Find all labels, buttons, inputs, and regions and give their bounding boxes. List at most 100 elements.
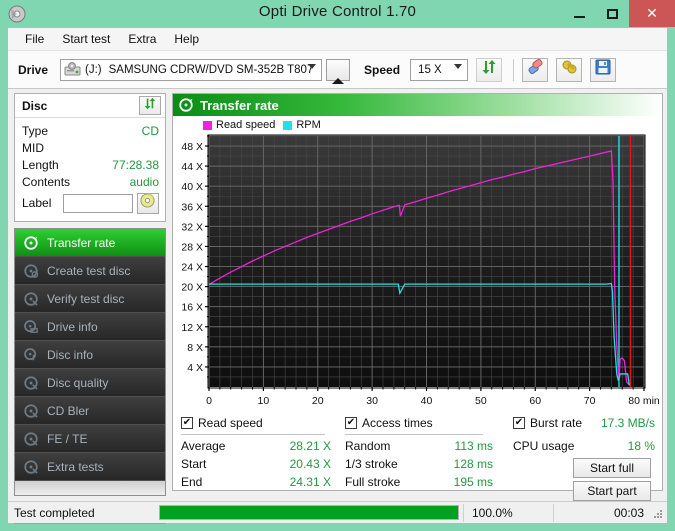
speed-select[interactable]: 15 X xyxy=(410,59,468,81)
menu-start-test[interactable]: Start test xyxy=(53,29,119,49)
disc-row-key: Type xyxy=(22,124,48,138)
results-panel: ✔ Read speed Average 28.21 X Start 20.43… xyxy=(173,414,662,488)
maximize-button[interactable] xyxy=(596,0,629,27)
start-part-button[interactable]: Start part xyxy=(573,481,651,501)
disc-label-apply-button[interactable] xyxy=(137,193,159,214)
svg-text:10: 10 xyxy=(258,395,270,407)
save-button[interactable] xyxy=(590,58,616,82)
menu-file[interactable]: File xyxy=(16,29,53,49)
burst-rate-checkbox[interactable]: ✔ xyxy=(513,417,525,429)
save-floppy-icon xyxy=(595,59,611,80)
sidebar-item-disc-quality[interactable]: Disc quality xyxy=(15,369,165,397)
legend-swatch-read-speed xyxy=(203,121,212,130)
sidebar-item-cd-bler[interactable]: CD Bler xyxy=(15,397,165,425)
svg-text:60: 60 xyxy=(529,395,541,407)
minimize-button[interactable] xyxy=(563,0,596,27)
result-key: Start xyxy=(181,457,206,471)
erase-button[interactable] xyxy=(522,58,548,82)
svg-text:50: 50 xyxy=(475,395,487,407)
window-controls: ✕ xyxy=(563,0,675,27)
burst-rate-label: Burst rate xyxy=(530,416,582,430)
disc-panel-header: Disc xyxy=(15,94,165,118)
disc-label-row: Label xyxy=(22,191,159,215)
svg-text:48 X: 48 X xyxy=(181,141,203,153)
disc-burn-icon xyxy=(19,264,43,278)
eject-button[interactable] xyxy=(326,59,350,81)
sidebar-item-verify-test-disc[interactable]: Verify test disc xyxy=(15,285,165,313)
tool-bar: Drive (J:) SAMSUNG CDRW/DVD SM-352B T807 xyxy=(8,51,667,89)
resize-grip[interactable] xyxy=(652,507,664,519)
chart-legend: Read speed RPM xyxy=(173,118,662,132)
start-full-button[interactable]: Start full xyxy=(573,458,651,478)
refresh-button[interactable] xyxy=(476,58,502,82)
sidebar-item-label: FE / TE xyxy=(47,432,87,446)
disc-label-input[interactable] xyxy=(63,194,133,213)
disc-row-value: CD xyxy=(142,124,159,138)
sidebar-item-disc-info[interactable]: Disc info xyxy=(15,341,165,369)
app-window: Opti Drive Control 1.70 ✕ File Start tes… xyxy=(0,0,675,531)
result-key: CPU usage xyxy=(513,439,574,453)
result-value: 28.21 X xyxy=(290,439,331,453)
disc-row-contents: Contents audio xyxy=(22,173,159,190)
svg-text:0: 0 xyxy=(206,395,212,407)
status-bar: Test completed 100.0% 00:03 xyxy=(8,501,667,523)
sidebar-item-create-test-disc[interactable]: Create test disc xyxy=(15,257,165,285)
drive-select[interactable]: (J:) SAMSUNG CDRW/DVD SM-352B T807 xyxy=(60,59,322,81)
svg-text:12 X: 12 X xyxy=(181,322,203,334)
result-value: 195 ms xyxy=(454,475,493,489)
eject-icon xyxy=(332,61,344,79)
disc-quality-icon xyxy=(19,376,43,390)
sidebar-item-label: CD Bler xyxy=(47,404,89,418)
disc-panel: Disc Type CD xyxy=(14,93,166,222)
disc-fete-icon xyxy=(19,432,43,446)
close-button[interactable]: ✕ xyxy=(629,0,675,27)
access-times-checkbox[interactable]: ✔ xyxy=(345,417,357,429)
svg-text:80 min: 80 min xyxy=(628,395,660,407)
result-value: 20.43 X xyxy=(290,457,331,471)
sidebar-item-transfer-rate[interactable]: Transfer rate xyxy=(15,229,165,257)
read-speed-checkbox[interactable]: ✔ xyxy=(181,417,193,429)
svg-text:70: 70 xyxy=(584,395,596,407)
result-value: 113 ms xyxy=(455,439,493,453)
sidebar-item-drive-info[interactable]: Drive info xyxy=(15,313,165,341)
disc-row-key: MID xyxy=(22,141,44,155)
chart-plot-area: 4 X8 X12 X16 X20 X24 X28 X32 X36 X40 X44… xyxy=(173,132,662,417)
transfer-rate-plot: 4 X8 X12 X16 X20 X24 X28 X32 X36 X40 X44… xyxy=(173,132,662,417)
status-text: Test completed xyxy=(14,506,159,520)
svg-text:40: 40 xyxy=(421,395,433,407)
svg-text:20 X: 20 X xyxy=(181,282,203,294)
disc-refresh-button[interactable] xyxy=(139,96,161,115)
sidebar-item-label: Extra tests xyxy=(47,460,104,474)
menu-bar: File Start test Extra Help xyxy=(8,28,667,51)
disc-row-value: 77:28.38 xyxy=(112,158,159,172)
drive-letter: (J:) xyxy=(85,64,102,76)
results-read-speed: ✔ Read speed Average 28.21 X Start 20.43… xyxy=(181,414,331,491)
result-row-average: Average 28.21 X xyxy=(181,437,331,455)
refresh-icon xyxy=(481,59,497,80)
elapsed-time: 00:03 xyxy=(553,504,652,522)
svg-text:16 X: 16 X xyxy=(181,302,203,314)
disc-row-key: Length xyxy=(22,158,59,172)
toolbar-separator xyxy=(513,59,514,81)
left-column: Disc Type CD xyxy=(14,93,166,524)
progress-percent: 100.0% xyxy=(463,504,531,522)
speed-label: Speed xyxy=(364,63,400,77)
svg-text:40 X: 40 X xyxy=(181,181,203,193)
svg-text:20: 20 xyxy=(312,395,324,407)
svg-text:28 X: 28 X xyxy=(181,241,203,253)
divider xyxy=(181,434,325,435)
result-row-third-stroke: 1/3 stroke 128 ms xyxy=(345,455,493,473)
disc-test-icon xyxy=(19,236,43,250)
sidebar-item-extra-tests[interactable]: Extra tests xyxy=(15,453,165,481)
disc-extra-icon xyxy=(19,460,43,474)
disc-info-rows: Type CD MID Length 77:28.38 Contents aud… xyxy=(15,118,165,221)
plugins-button[interactable] xyxy=(556,58,582,82)
disc-row-value: audio xyxy=(130,175,159,189)
disc-row-length: Length 77:28.38 xyxy=(22,156,159,173)
menu-help[interactable]: Help xyxy=(165,29,208,49)
test-nav-list: Transfer rate Create test disc Verify te… xyxy=(14,228,166,496)
svg-text:44 X: 44 X xyxy=(181,161,203,173)
chart-panel: Transfer rate Read speed RPM 4 X8 X12 X1… xyxy=(172,93,663,491)
sidebar-item-fe-te[interactable]: FE / TE xyxy=(15,425,165,453)
menu-extra[interactable]: Extra xyxy=(119,29,165,49)
